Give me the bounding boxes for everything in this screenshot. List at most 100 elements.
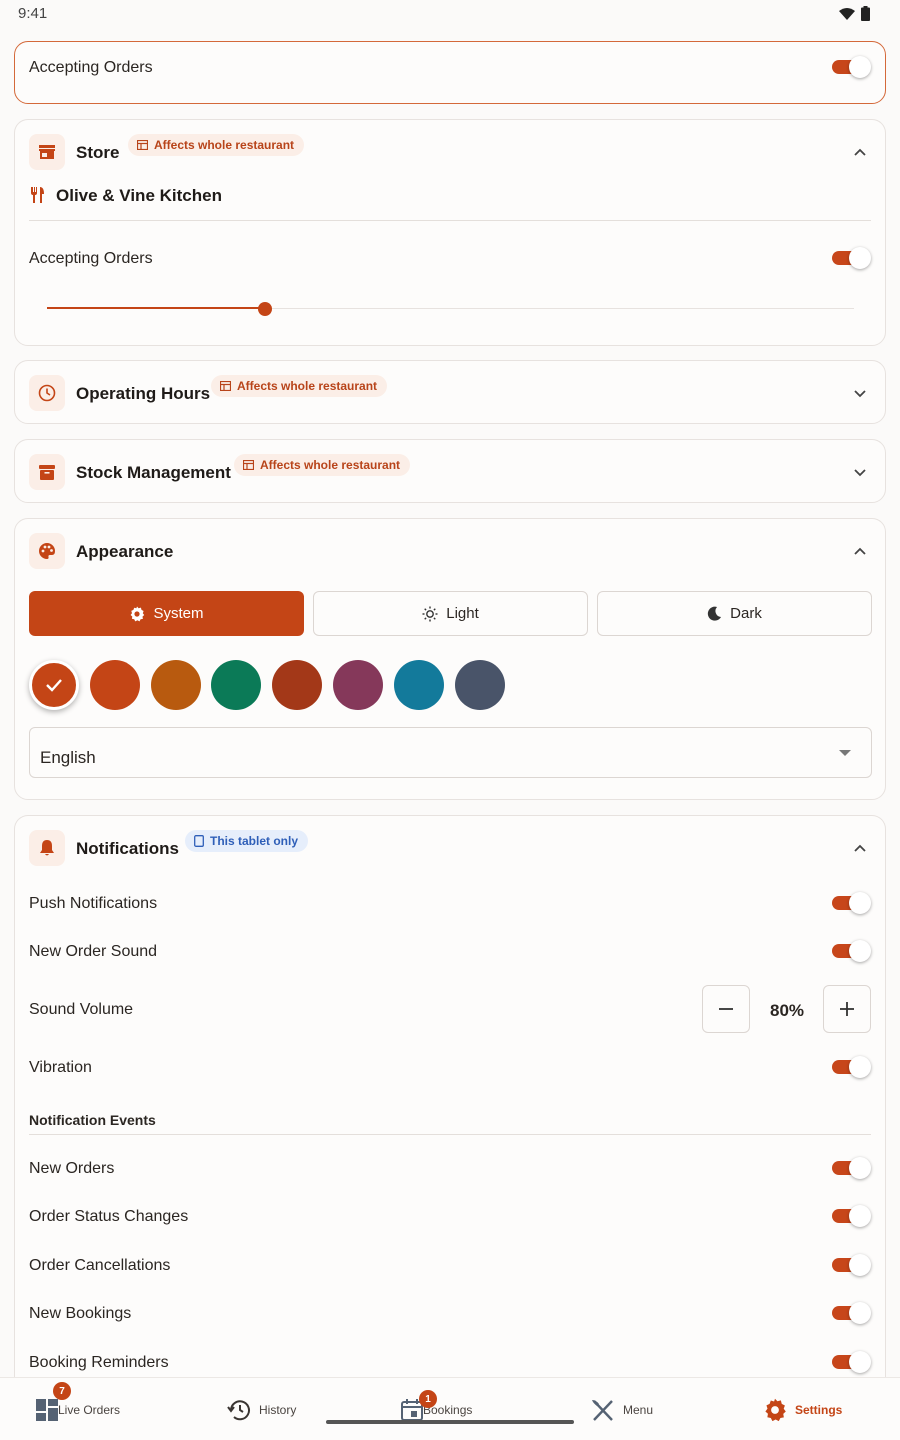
theme-system-label: System (153, 605, 204, 622)
status-bar: 9:41 (0, 0, 900, 28)
color-swatch[interactable] (211, 660, 262, 710)
color-swatch[interactable] (150, 660, 201, 710)
volume-decrease-button[interactable] (702, 985, 750, 1033)
live-orders-count-badge: 7 (53, 1382, 71, 1400)
stock-management-title: Stock Management (76, 463, 231, 482)
language-value: English (40, 748, 96, 767)
color-swatch[interactable] (393, 660, 444, 710)
store-accepting-label: Accepting Orders (29, 250, 153, 267)
store-scope-badge: Affects whole restaurant (128, 134, 305, 156)
home-indicator (326, 1420, 574, 1424)
accepting-orders-toggle[interactable] (832, 56, 871, 78)
chevron-up-icon[interactable] (853, 841, 867, 855)
event-label: New Bookings (29, 1305, 132, 1322)
store-badge-icon (243, 460, 254, 470)
wifi-icon (839, 7, 855, 20)
color-swatch[interactable] (29, 660, 79, 710)
minus-icon (719, 1008, 733, 1010)
dropdown-arrow-icon (839, 750, 851, 756)
store-badge-icon (137, 140, 148, 150)
vibration-toggle[interactable] (832, 1056, 871, 1078)
theme-light-button[interactable]: Light (313, 591, 588, 636)
event-label: Order Cancellations (29, 1257, 171, 1274)
check-icon (46, 679, 62, 692)
dashboard-icon (36, 1399, 58, 1421)
vibration-label: Vibration (29, 1059, 92, 1076)
chevron-up-icon[interactable] (853, 145, 867, 159)
volume-value: 80% (770, 1001, 805, 1020)
status-time: 9:41 (18, 5, 48, 22)
theme-system-button[interactable]: System (29, 591, 304, 636)
new-order-sound-toggle[interactable] (832, 940, 871, 962)
new-order-sound-label: New Order Sound (29, 943, 158, 960)
chevron-down-icon[interactable] (853, 465, 867, 479)
event-label: Booking Reminders (29, 1354, 169, 1371)
event-toggle-order-status[interactable] (832, 1205, 871, 1227)
color-swatch[interactable] (89, 660, 140, 710)
operating-hours-section[interactable]: Operating Hours Affects whole restaurant (14, 360, 886, 424)
nav-live-orders-label: Live Orders (58, 1403, 121, 1417)
notifications-scope-badge: This tablet only (185, 830, 309, 852)
store-divider (29, 220, 871, 221)
restaurant-name: Olive & Vine Kitchen (56, 186, 222, 205)
nav-settings[interactable]: Settings (763, 1396, 842, 1424)
event-toggle-new-bookings[interactable] (832, 1302, 871, 1324)
gear-icon (131, 606, 145, 621)
nav-menu[interactable]: Menu (591, 1396, 653, 1424)
appearance-title: Appearance (76, 542, 174, 561)
event-toggle-new-orders[interactable] (832, 1157, 871, 1179)
slider-thumb[interactable] (257, 302, 272, 316)
store-slider[interactable] (47, 300, 854, 318)
stock-management-section[interactable]: Stock Management Affects whole restauran… (14, 439, 886, 503)
event-label: Order Status Changes (29, 1208, 189, 1225)
sun-icon (422, 606, 438, 621)
history-icon (227, 1400, 250, 1421)
plus-icon (840, 1002, 854, 1016)
notification-events-heading: Notification Events (29, 1112, 156, 1128)
accepting-orders-card: Accepting Orders (14, 41, 886, 104)
theme-light-label: Light (446, 605, 479, 622)
store-badge-label: Affects whole restaurant (154, 138, 295, 152)
stock-scope-badge: Affects whole restaurant (234, 454, 411, 476)
nav-live-orders[interactable]: Live Orders 7 (36, 1382, 121, 1424)
chevron-up-icon[interactable] (853, 544, 867, 558)
theme-dark-label: Dark (730, 605, 762, 622)
bottom-navigation: Live Orders 7 History Bookings 1 Menu Se… (0, 1377, 900, 1440)
events-divider (29, 1134, 871, 1135)
event-toggle-booking-reminders[interactable] (832, 1351, 871, 1373)
volume-increase-button[interactable] (823, 985, 871, 1033)
store-section: Store Affects whole restaurant Olive & V… (14, 119, 886, 346)
nav-settings-label: Settings (795, 1403, 843, 1417)
restaurant-icon (31, 187, 44, 203)
nav-history-label: History (259, 1403, 297, 1417)
event-label: New Orders (29, 1160, 115, 1177)
bookings-count-badge: 1 (419, 1390, 437, 1408)
store-badge-icon (220, 381, 231, 391)
notifications-badge-label: This tablet only (210, 834, 299, 848)
color-swatch[interactable] (454, 660, 505, 710)
notifications-section: Notifications This tablet only Push Noti… (14, 815, 886, 1435)
slider-track-active (47, 307, 265, 309)
settings-gear-icon (765, 1398, 786, 1422)
store-icon (29, 134, 65, 170)
color-swatch[interactable] (272, 660, 323, 710)
utensils-icon (592, 1400, 613, 1421)
theme-dark-button[interactable]: Dark (597, 591, 872, 636)
operating-hours-title: Operating Hours (76, 384, 211, 403)
appearance-section: Appearance System Light Dark English (14, 518, 886, 800)
color-swatch[interactable] (333, 660, 383, 710)
stock-badge-label: Affects whole restaurant (260, 458, 401, 472)
event-toggle-cancellations[interactable] (832, 1254, 871, 1276)
operating-hours-badge-label: Affects whole restaurant (237, 379, 378, 393)
accepting-orders-label: Accepting Orders (29, 59, 153, 76)
store-accepting-toggle[interactable] (832, 247, 871, 269)
chevron-down-icon[interactable] (853, 386, 867, 400)
notifications-title: Notifications (76, 839, 179, 858)
language-select[interactable]: English (29, 727, 872, 778)
nav-history[interactable]: History (227, 1396, 296, 1424)
archive-icon (29, 454, 65, 490)
battery-icon (861, 6, 870, 21)
push-notifications-label: Push Notifications (29, 895, 158, 912)
nav-menu-label: Menu (623, 1403, 654, 1417)
push-notifications-toggle[interactable] (832, 892, 871, 914)
